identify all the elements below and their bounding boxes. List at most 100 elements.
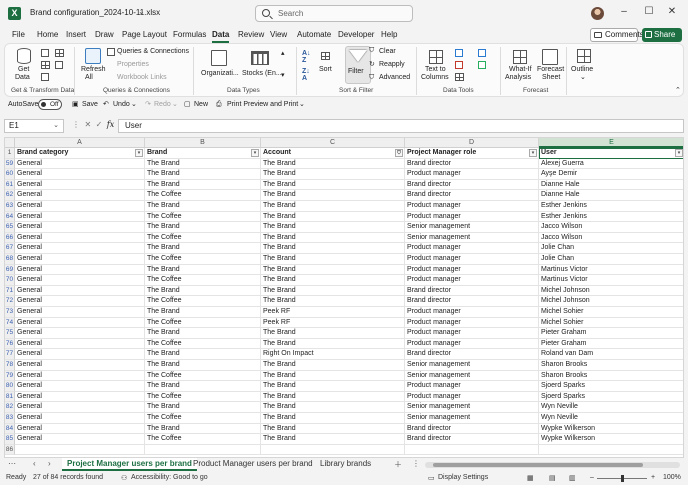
table-cell[interactable]: Senior management — [405, 370, 539, 382]
vertical-scrollbar[interactable] — [676, 137, 684, 458]
properties-button[interactable]: Properties — [117, 61, 149, 69]
table-cell[interactable]: The Brand — [261, 275, 405, 286]
autosave-toggle[interactable]: Off — [38, 99, 62, 110]
outline-button[interactable]: Outline — [571, 66, 593, 74]
table-cell[interactable]: Product manager — [405, 264, 539, 276]
zoom-level[interactable]: 100% — [663, 474, 681, 481]
table-cell[interactable]: The Coffee — [145, 317, 261, 329]
zoom-slider-knob[interactable] — [621, 475, 624, 482]
data-type-scroll-up[interactable]: ▴ — [281, 50, 285, 58]
prev-sheet-icon[interactable]: ‹ — [33, 459, 36, 468]
table-cell[interactable]: The Brand — [261, 391, 405, 403]
table-cell[interactable]: Michel Sohier — [539, 318, 683, 329]
share-button[interactable]: Share — [642, 28, 682, 42]
table-cell[interactable]: The Brand — [261, 243, 405, 254]
worksheet-grid[interactable]: A B C D E 1 Brand category ▾ Brand ▾ Account ⛉ Proje… — [4, 137, 684, 458]
table-cell[interactable]: The Brand — [261, 328, 405, 339]
table-cell[interactable]: General — [15, 158, 145, 170]
table-cell[interactable]: The Brand — [145, 243, 261, 254]
table-cell[interactable]: Esther Jenkins — [539, 201, 683, 212]
zoom-out-icon[interactable]: – — [590, 474, 594, 481]
table-cell[interactable]: Michel Johnson — [539, 286, 683, 297]
table-cell[interactable]: Senior management — [405, 402, 539, 413]
table-cell[interactable]: Roland van Dam — [539, 349, 683, 360]
get-data-button[interactable]: Get — [18, 66, 29, 74]
table-cell[interactable]: Jolie Chan — [539, 243, 683, 254]
what-if-icon[interactable] — [513, 50, 527, 64]
table-cell[interactable]: Alexej Guerra — [539, 159, 683, 170]
table-cell[interactable]: Ayşe Demir — [539, 169, 683, 180]
table-cell[interactable]: General — [15, 338, 145, 350]
add-sheet-icon[interactable]: ＋ — [394, 459, 402, 470]
row-header[interactable]: 81 — [5, 391, 15, 403]
forecast-sheet-icon[interactable] — [542, 49, 558, 65]
table-cell[interactable]: The Brand — [261, 338, 405, 350]
row-header[interactable]: 71 — [5, 285, 15, 297]
table-cell[interactable]: General — [15, 317, 145, 329]
table-cell[interactable]: Esther Jenkins — [539, 212, 683, 223]
zoom-in-icon[interactable]: + — [651, 474, 655, 481]
table-cell[interactable]: General — [15, 370, 145, 382]
outline-icon[interactable] — [577, 49, 591, 63]
workbook-links-button[interactable]: Workbook Links — [117, 74, 167, 82]
table-cell[interactable]: The Coffee — [145, 211, 261, 223]
table-cell[interactable]: General — [15, 402, 145, 413]
menu-page-layout[interactable]: Page Layout — [122, 30, 167, 39]
table-cell[interactable]: The Brand — [261, 296, 405, 307]
table-cell[interactable]: Product manager — [405, 381, 539, 392]
undo-button[interactable]: Undo — [113, 100, 130, 110]
table-cell[interactable]: Brand director — [405, 190, 539, 201]
sheet-tab-library-brands[interactable]: Library brands — [315, 458, 376, 471]
table-cell[interactable]: The Brand — [145, 328, 261, 339]
table-cell[interactable]: The Brand — [145, 307, 261, 318]
table-cell[interactable]: Jacco Wilson — [539, 233, 683, 244]
table-cell[interactable]: General — [15, 328, 145, 339]
table-cell[interactable]: The Brand — [261, 381, 405, 392]
menu-home[interactable]: Home — [37, 30, 58, 39]
table-cell[interactable]: General — [15, 423, 145, 435]
stocks-icon[interactable] — [251, 51, 269, 65]
table-cell[interactable]: The Brand — [261, 179, 405, 191]
table-cell[interactable]: The Coffee — [145, 232, 261, 244]
redo-button[interactable]: Redo — [154, 100, 171, 110]
table-cell[interactable]: Sjoerd Sparks — [539, 381, 683, 392]
column-header-a[interactable]: A — [15, 138, 145, 148]
table-cell[interactable]: The Brand — [261, 232, 405, 244]
minimize-button[interactable]: – — [617, 6, 631, 18]
data-type-stocks[interactable]: Stocks (En... — [242, 70, 282, 78]
save-button[interactable]: Save — [82, 100, 98, 110]
sort-za-icon[interactable]: Z↓ A — [302, 68, 310, 82]
data-type-more[interactable]: ▾ — [281, 72, 285, 80]
menu-help[interactable]: Help — [381, 30, 397, 39]
from-text-icon[interactable] — [41, 49, 49, 57]
row-header[interactable]: 1 — [5, 148, 15, 159]
menu-draw[interactable]: Draw — [95, 30, 114, 39]
table-cell[interactable]: Senior management — [405, 360, 539, 371]
enter-icon[interactable]: ✓ — [96, 120, 103, 129]
menu-developer[interactable]: Developer — [338, 30, 374, 39]
table-cell[interactable]: The Brand — [145, 349, 261, 360]
advanced-button[interactable]: Advanced — [379, 74, 410, 82]
customize-qat-icon[interactable]: ⌄ — [299, 100, 305, 110]
print-preview-button[interactable]: Print Preview and Print — [227, 100, 298, 110]
table-cell[interactable]: General — [15, 275, 145, 286]
menu-view[interactable]: View — [270, 30, 287, 39]
table-cell[interactable] — [261, 444, 405, 456]
relationships-icon[interactable] — [478, 61, 486, 69]
refresh-all-label[interactable]: All — [85, 74, 93, 82]
row-header[interactable]: 80 — [5, 381, 15, 392]
table-cell[interactable]: Michel Johnson — [539, 296, 683, 307]
chevron-down-icon[interactable]: ⌄ — [172, 100, 178, 110]
table-cell[interactable]: Brand director — [405, 179, 539, 191]
table-cell[interactable] — [15, 444, 145, 456]
table-cell[interactable]: The Brand — [145, 264, 261, 276]
table-cell[interactable]: The Brand — [145, 423, 261, 435]
table-cell[interactable]: General — [15, 179, 145, 191]
row-header[interactable]: 78 — [5, 360, 15, 371]
table-cell[interactable]: General — [15, 391, 145, 403]
avatar[interactable] — [591, 7, 604, 20]
table-cell[interactable]: General — [15, 349, 145, 360]
table-cell[interactable]: The Brand — [145, 285, 261, 297]
table-cell[interactable]: Product manager — [405, 328, 539, 339]
comments-button[interactable]: Comments — [590, 28, 644, 42]
